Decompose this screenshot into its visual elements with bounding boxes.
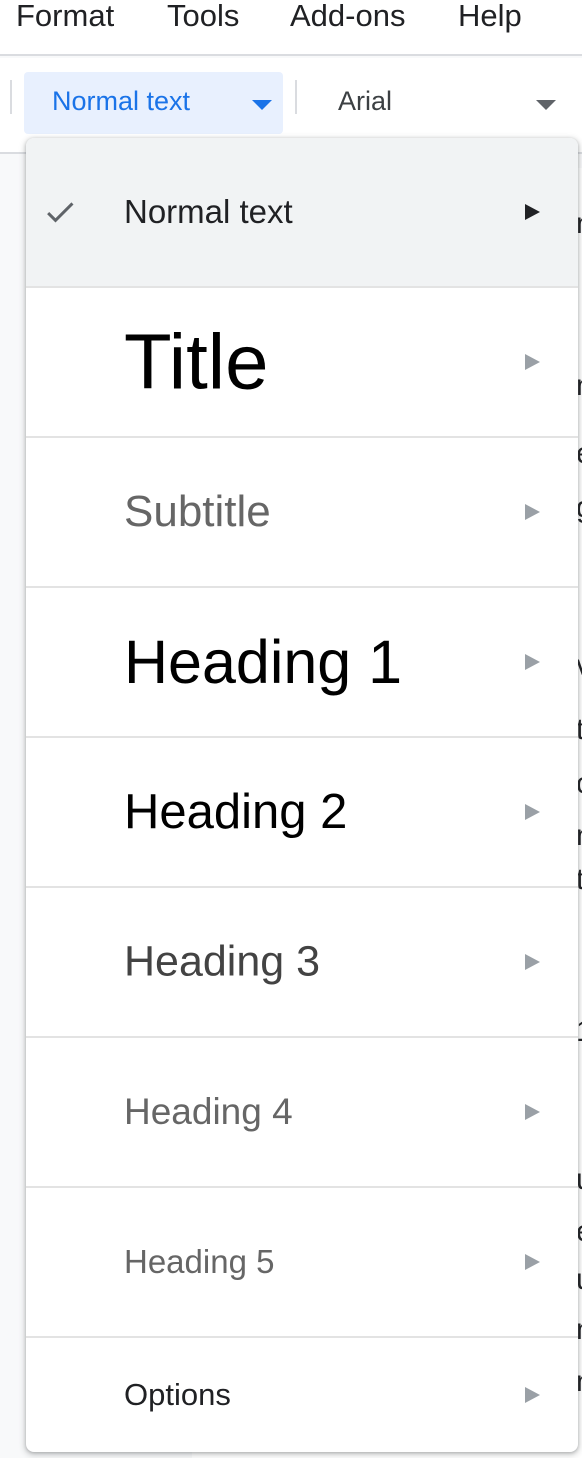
menu-item-label: Options (124, 1377, 231, 1412)
menu-item-heading-5[interactable]: Heading 5 (26, 1188, 578, 1338)
submenu-arrow-icon (525, 504, 540, 520)
submenu-arrow-icon (525, 1254, 540, 1270)
menu-add-ons[interactable]: Add-ons (290, 0, 405, 36)
submenu-arrow-icon (525, 954, 540, 970)
menu-item-label: Heading 3 (124, 937, 321, 986)
menu-item-label: Title (124, 317, 269, 406)
menu-item-label: Heading 2 (124, 785, 348, 839)
menu-item-label: Heading 5 (124, 1243, 275, 1280)
menu-item-label: Normal text (124, 193, 293, 230)
menu-tools[interactable]: Tools (167, 0, 239, 36)
menu-item-heading-2[interactable]: Heading 2 (26, 738, 578, 888)
menu-help[interactable]: Help (458, 0, 522, 36)
toolbar-divider (10, 80, 12, 114)
menu-item-normal-text[interactable]: Normal text (26, 138, 578, 288)
menu-item-heading-4[interactable]: Heading 4 (26, 1038, 578, 1188)
paragraph-style-dropdown[interactable]: Normal text (24, 72, 283, 134)
menu-item-label: Heading 4 (124, 1091, 293, 1132)
submenu-arrow-icon (525, 1387, 540, 1403)
submenu-arrow-icon (525, 1104, 540, 1120)
menu-item-label: Subtitle (124, 487, 271, 536)
menu-item-label: Heading 1 (124, 628, 403, 696)
submenu-arrow-icon (525, 204, 540, 220)
paragraph-style-menu: Normal text Title Subtitle Heading 1 Hea… (26, 138, 578, 1452)
submenu-arrow-icon (525, 654, 540, 670)
font-family-value: Arial (338, 86, 393, 116)
font-family-dropdown[interactable]: Arial (310, 72, 582, 134)
menu-item-heading-1[interactable]: Heading 1 (26, 588, 578, 738)
menu-item-options[interactable]: Options (26, 1338, 578, 1452)
docs-window: Format Tools Add-ons Help Normal text Ar… (0, 0, 582, 1458)
menu-item-title[interactable]: Title (26, 288, 578, 438)
checkmark-icon (47, 202, 74, 223)
chevron-down-icon (536, 100, 556, 110)
menu-format[interactable]: Format (16, 0, 114, 36)
menu-item-heading-3[interactable]: Heading 3 (26, 888, 578, 1038)
paragraph-style-value: Normal text (52, 86, 191, 116)
menu-item-subtitle[interactable]: Subtitle (26, 438, 578, 588)
menu-bar: Format Tools Add-ons Help (0, 0, 582, 56)
submenu-arrow-icon (525, 804, 540, 820)
chevron-down-icon (252, 100, 272, 110)
submenu-arrow-icon (525, 354, 540, 370)
toolbar-divider (295, 80, 297, 114)
